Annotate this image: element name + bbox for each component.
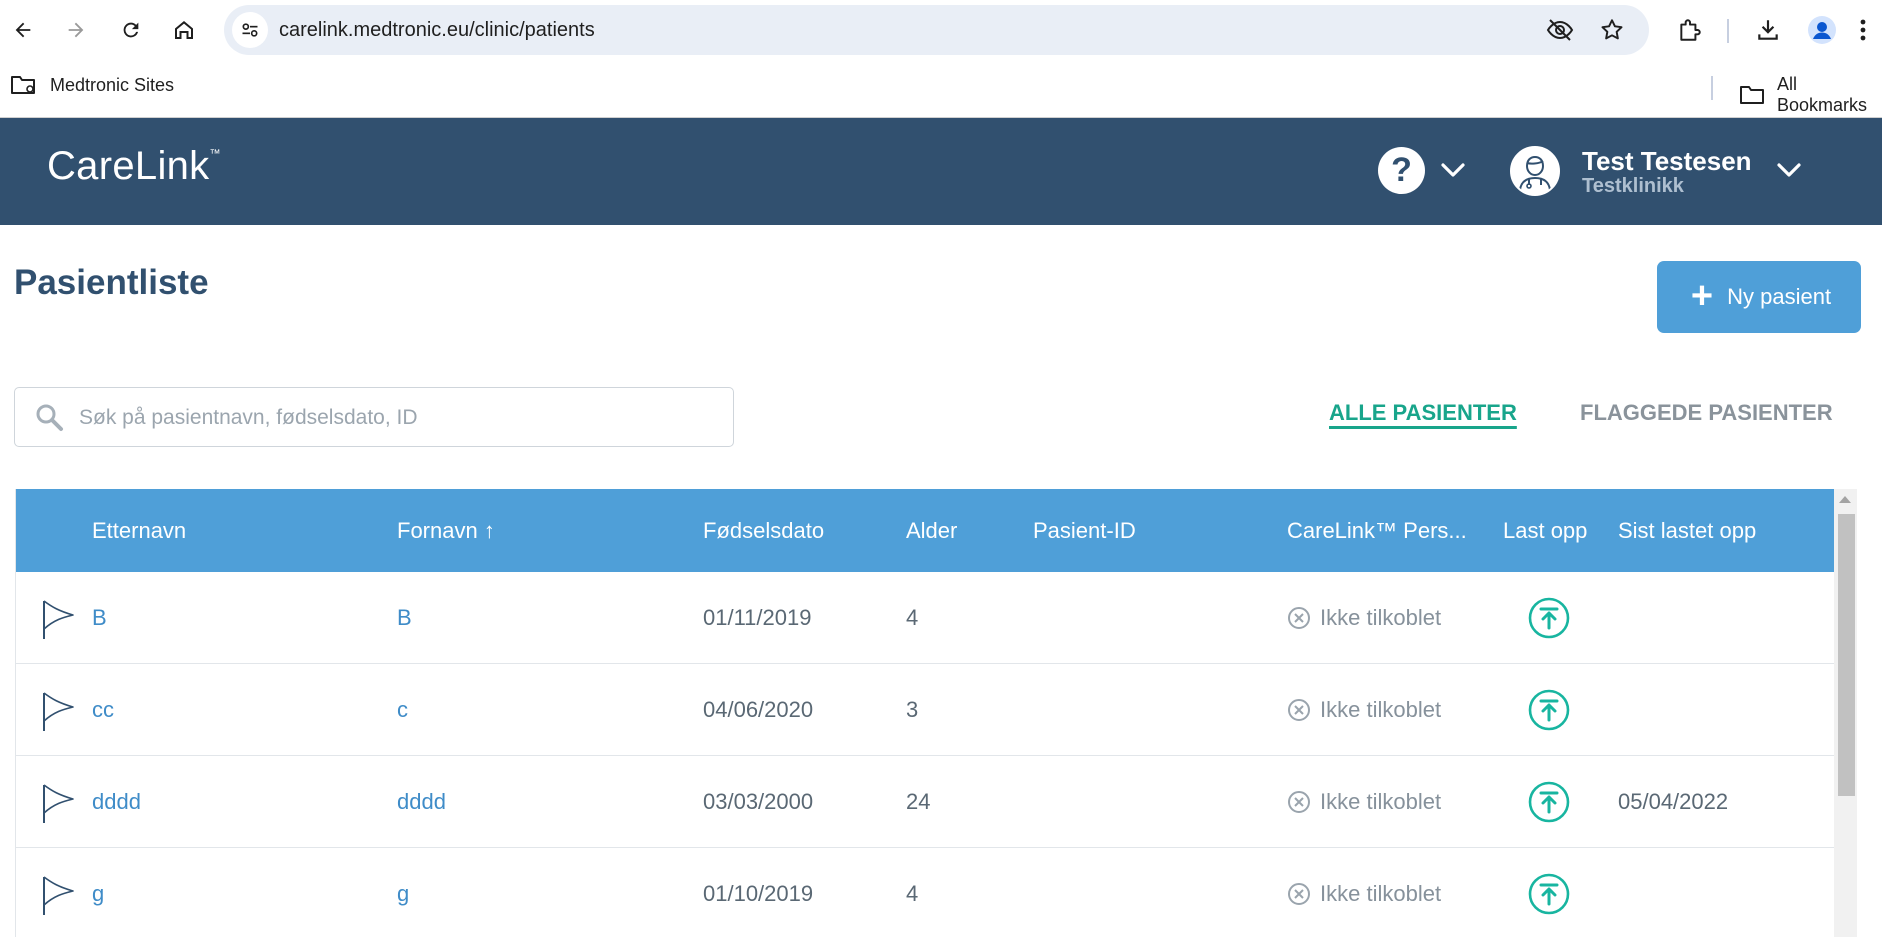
doctor-avatar-icon[interactable] xyxy=(1510,146,1560,196)
user-name[interactable]: Test Testesen xyxy=(1582,146,1752,177)
not-connected-icon xyxy=(1287,790,1311,814)
folder-icon xyxy=(1739,84,1765,106)
column-header-lastname[interactable]: Etternavn xyxy=(92,489,186,572)
column-header-dob[interactable]: Fødselsdato xyxy=(703,489,824,572)
flag-icon[interactable] xyxy=(39,874,75,916)
table-row[interactable]: dddd dddd 03/03/2000 24 Ikke tilkoblet 0… xyxy=(16,756,1835,848)
app-header: CareLink™ ? Test Testesen Testklinikk xyxy=(0,118,1882,225)
upload-icon[interactable] xyxy=(1528,781,1570,823)
patient-firstname[interactable]: g xyxy=(397,848,409,937)
upload-icon[interactable] xyxy=(1528,689,1570,731)
eye-off-icon[interactable] xyxy=(1546,18,1574,42)
patient-table: Etternavn Fornavn ↑ Fødselsdato Alder Pa… xyxy=(15,489,1835,937)
bookmark-folder-medtronic[interactable]: Medtronic Sites xyxy=(10,74,174,96)
tab-all-patients[interactable]: ALLE PASIENTER xyxy=(1329,400,1517,426)
patient-firstname[interactable]: c xyxy=(397,664,408,755)
column-header-upload: Last opp xyxy=(1503,518,1588,543)
patient-dob: 01/11/2019 xyxy=(703,605,812,630)
plus-icon: + xyxy=(1690,274,1714,317)
logo-text: CareLink xyxy=(47,144,210,188)
bookmark-folder-all[interactable]: All Bookmarks xyxy=(1739,74,1882,116)
sort-ascending-icon: ↑ xyxy=(483,518,495,543)
patient-dob: 04/06/2020 xyxy=(703,697,814,722)
profile-icon[interactable] xyxy=(1804,12,1840,48)
upload-icon[interactable] xyxy=(1528,597,1570,639)
more-vert-icon[interactable] xyxy=(1860,12,1882,48)
bookmarks-bar: Medtronic Sites All Bookmarks xyxy=(0,60,1882,118)
home-icon[interactable] xyxy=(166,12,202,48)
site-settings-icon[interactable] xyxy=(232,12,268,48)
new-patient-button[interactable]: + Ny pasient xyxy=(1657,261,1861,333)
patient-dob: 01/10/2019 xyxy=(703,881,814,906)
patient-lastname[interactable]: cc xyxy=(92,664,114,755)
column-header-firstname[interactable]: Fornavn ↑ xyxy=(397,489,495,572)
table-row[interactable]: g g 01/10/2019 4 Ikke tilkoblet xyxy=(16,848,1835,937)
chevron-down-icon[interactable] xyxy=(1776,162,1802,178)
column-header-carelink[interactable]: CareLink™ Pers... xyxy=(1287,489,1467,572)
connection-status: Ikke tilkoblet xyxy=(1287,664,1441,755)
bookmark-divider xyxy=(1711,76,1713,100)
address-bar[interactable]: carelink.medtronic.eu/clinic/patients xyxy=(224,5,1649,55)
page-title: Pasientliste xyxy=(14,263,209,302)
folder-icon xyxy=(10,74,38,96)
flag-icon[interactable] xyxy=(39,598,75,640)
clinic-name: Testklinikk xyxy=(1582,175,1684,197)
forward-arrow-icon[interactable] xyxy=(58,12,94,48)
star-icon[interactable] xyxy=(1599,17,1625,43)
tab-flagged-patients[interactable]: FLAGGEDE PASIENTER xyxy=(1580,400,1833,426)
back-arrow-icon[interactable] xyxy=(5,12,41,48)
status-text: Ikke tilkoblet xyxy=(1320,880,1442,906)
table-row[interactable]: cc c 04/06/2020 3 Ikke tilkoblet xyxy=(16,664,1835,756)
not-connected-icon xyxy=(1287,698,1311,722)
patient-age: 24 xyxy=(906,789,931,814)
table-row[interactable]: B B 01/11/2019 4 Ikke tilkoblet xyxy=(16,572,1835,664)
patient-lastname[interactable]: g xyxy=(92,848,104,937)
connection-status: Ikke tilkoblet xyxy=(1287,848,1441,937)
chevron-down-icon[interactable] xyxy=(1440,162,1466,178)
search-box xyxy=(14,387,734,448)
column-header-patient-id[interactable]: Pasient-ID xyxy=(1033,489,1136,572)
scrollbar-thumb[interactable] xyxy=(1838,514,1855,796)
toolbar-divider xyxy=(1727,19,1729,43)
patient-age: 4 xyxy=(906,605,919,630)
connection-status: Ikke tilkoblet xyxy=(1287,756,1441,847)
upload-icon[interactable] xyxy=(1528,873,1570,915)
scroll-up-arrow-icon[interactable] xyxy=(1839,496,1851,503)
patient-lastname[interactable]: dddd xyxy=(92,756,141,847)
status-text: Ikke tilkoblet xyxy=(1320,604,1442,630)
patient-age: 3 xyxy=(906,697,919,722)
status-text: Ikke tilkoblet xyxy=(1320,696,1442,722)
search-input[interactable] xyxy=(77,388,721,448)
bookmark-label: All Bookmarks xyxy=(1777,74,1868,115)
not-connected-icon xyxy=(1287,882,1311,906)
download-icon[interactable] xyxy=(1750,12,1786,48)
extensions-icon[interactable] xyxy=(1672,12,1708,48)
patient-firstname[interactable]: B xyxy=(397,572,412,663)
connection-status: Ikke tilkoblet xyxy=(1287,572,1441,663)
bookmark-label: Medtronic Sites xyxy=(50,74,175,95)
column-header-age[interactable]: Alder xyxy=(906,489,957,572)
carelink-logo[interactable]: CareLink™ xyxy=(47,144,221,189)
status-text: Ikke tilkoblet xyxy=(1320,788,1442,814)
column-header-firstname-label: Fornavn xyxy=(397,518,478,543)
last-upload-date: 05/04/2022 xyxy=(1618,789,1729,814)
search-icon xyxy=(34,402,64,432)
not-connected-icon xyxy=(1287,606,1311,630)
logo-trademark: ™ xyxy=(209,147,221,160)
table-header: Etternavn Fornavn ↑ Fødselsdato Alder Pa… xyxy=(16,489,1835,572)
new-patient-label: Ny pasient xyxy=(1727,284,1832,309)
patient-age: 4 xyxy=(906,881,919,906)
url-text[interactable]: carelink.medtronic.eu/clinic/patients xyxy=(279,5,595,55)
patient-dob: 03/03/2000 xyxy=(703,789,814,814)
patient-lastname[interactable]: B xyxy=(92,572,107,663)
patient-firstname[interactable]: dddd xyxy=(397,756,446,847)
column-header-last-upload[interactable]: Sist lastet opp xyxy=(1618,489,1756,572)
reload-icon[interactable] xyxy=(113,12,149,48)
flag-icon[interactable] xyxy=(39,690,75,732)
flag-icon[interactable] xyxy=(39,782,75,824)
help-icon[interactable]: ? xyxy=(1378,147,1425,194)
browser-toolbar: carelink.medtronic.eu/clinic/patients xyxy=(0,0,1882,60)
